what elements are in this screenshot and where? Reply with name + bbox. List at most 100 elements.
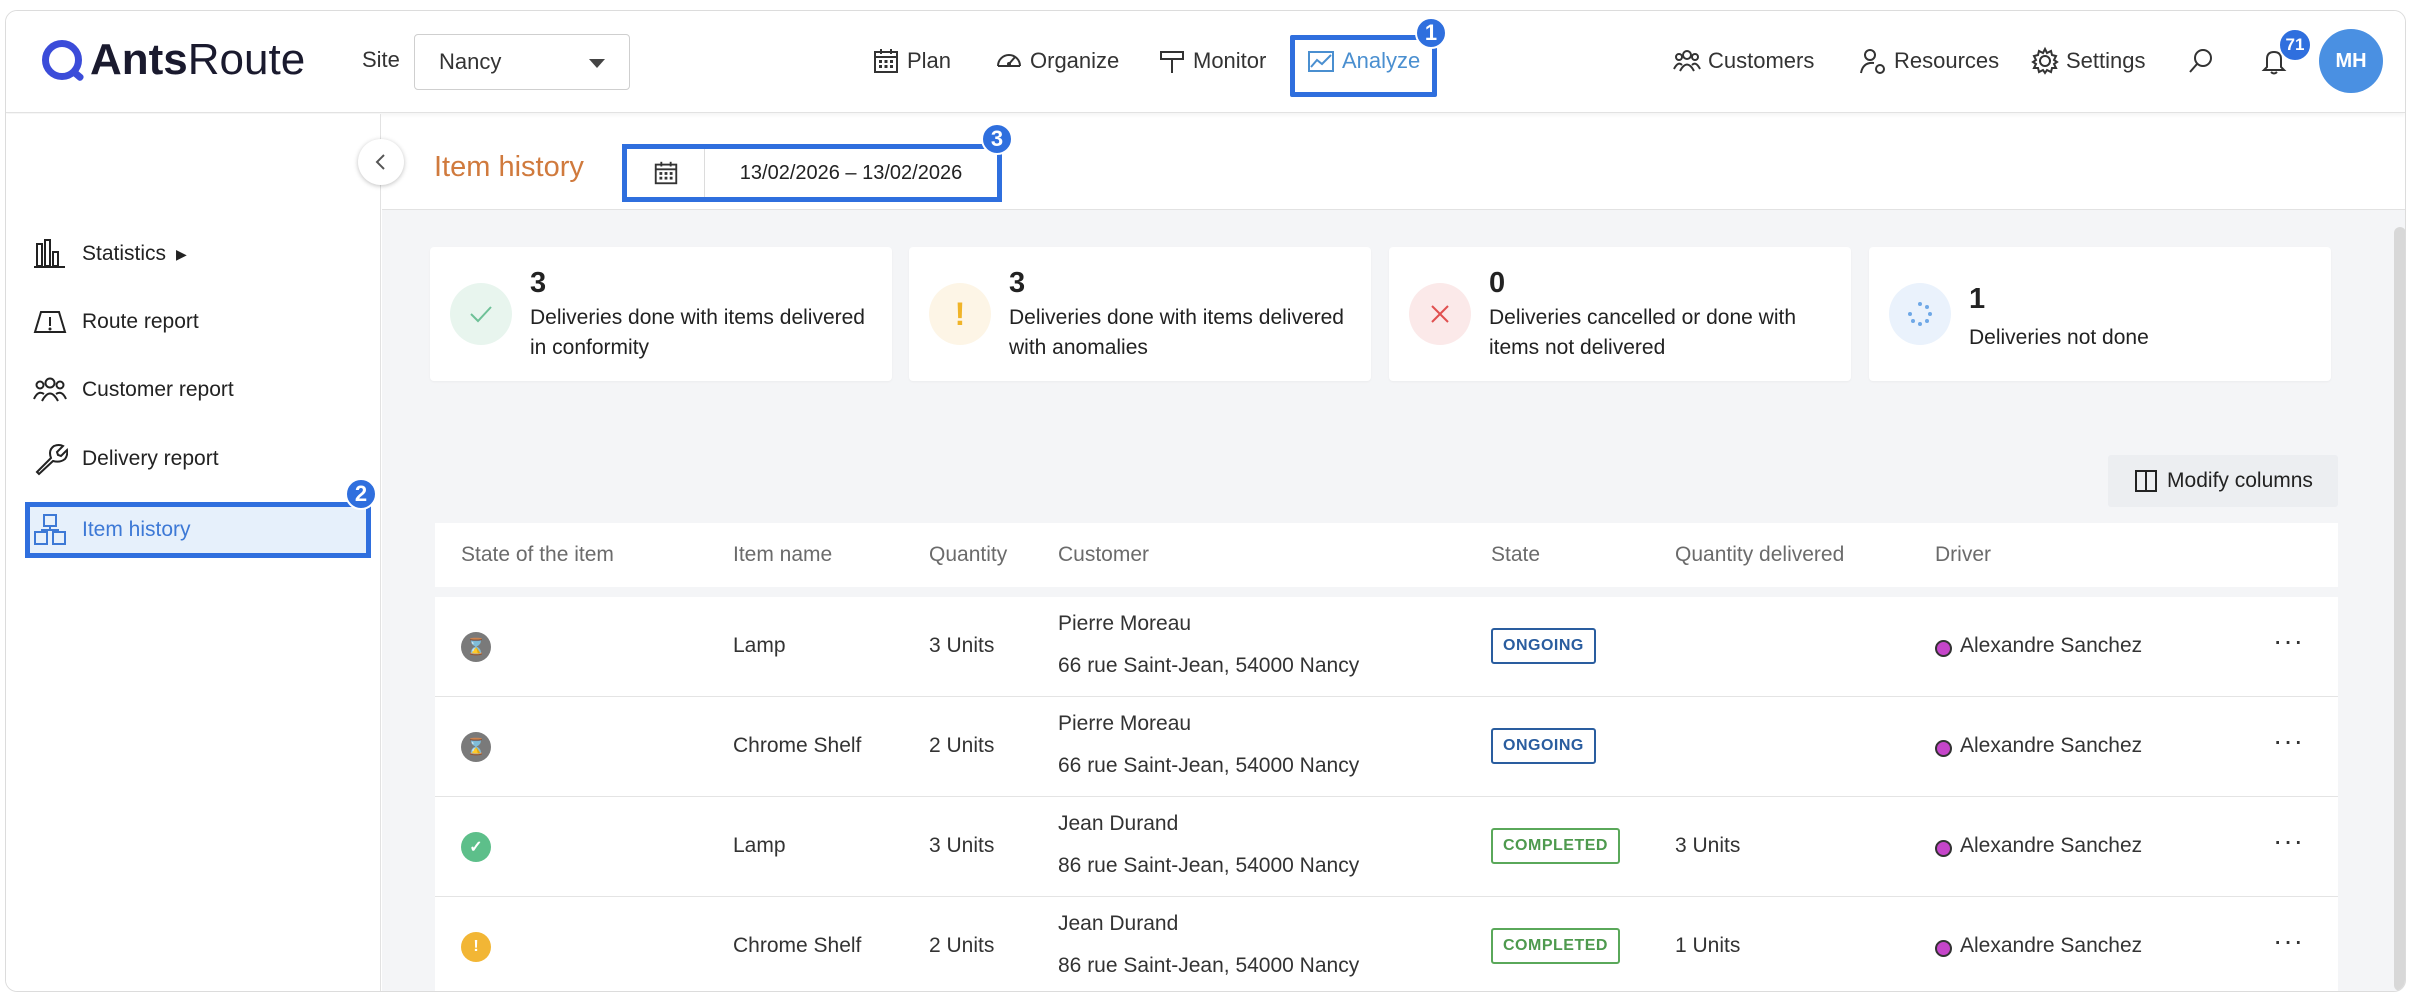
driver-color-dot (1935, 940, 1952, 957)
collapse-sidebar-button[interactable] (358, 139, 404, 185)
stat-card-conformity: 3 Deliveries done with items delivered i… (430, 247, 892, 381)
stat-text: Deliveries done with items delivered wit… (1009, 306, 1344, 359)
nav-organize[interactable]: Organize (994, 39, 1119, 83)
column-header[interactable]: Item name (733, 523, 832, 587)
antsroute-logo[interactable]: Ants Route (42, 35, 305, 85)
item-quantity: 3 Units (929, 634, 995, 657)
check-icon (450, 283, 512, 345)
more-options-icon[interactable]: ··· (2273, 625, 2304, 657)
site-select[interactable]: Nancy (414, 34, 630, 90)
page-title: Item history (434, 151, 584, 183)
customer-address: 86 rue Saint-Jean, 54000 Nancy (1058, 954, 1360, 977)
status-badge: COMPLETED (1491, 828, 1620, 864)
customer-name: Pierre Moreau (1058, 712, 1192, 735)
calendar-icon (874, 49, 898, 73)
status-badge: ONGOING (1491, 728, 1596, 764)
stat-card-anomalies: ! 3 Deliveries done with items delivered… (909, 247, 1371, 381)
map-icon (33, 311, 67, 333)
vertical-scrollbar[interactable] (2394, 227, 2405, 991)
caret-down-icon (589, 59, 605, 68)
analyze-highlight-box (1290, 35, 1437, 97)
gear-icon (2031, 46, 2059, 75)
column-header[interactable]: Quantity (929, 523, 1007, 587)
app-window: Ants Route Site Nancy Plan Organize Monit… (0, 0, 2410, 999)
sidebar-item-route-report-label: Route report (82, 310, 199, 333)
table-row[interactable]: ! Chrome Shelf 2 Units Jean Durand 86 ru… (435, 897, 2338, 991)
check-icon: ✓ (461, 832, 491, 862)
cross-icon (1409, 283, 1471, 345)
sidebar-item-statistics[interactable]: Statistics ▶ (32, 230, 187, 278)
nav-plan[interactable]: Plan (871, 39, 951, 83)
site-label: Site (362, 47, 400, 72)
more-options-icon[interactable]: ··· (2273, 825, 2304, 857)
customer-name: Jean Durand (1058, 912, 1179, 935)
logo-mark-icon (42, 40, 82, 80)
stat-count: 0 (1489, 267, 1506, 299)
exclamation-icon: ! (929, 283, 991, 345)
exclamation-icon: ! (461, 932, 491, 962)
nav-customers-label: Customers (1708, 48, 1815, 73)
search-button[interactable] (2186, 39, 2216, 83)
sidebar-item-delivery-report[interactable]: Delivery report (32, 435, 219, 483)
nav-plan-label: Plan (907, 48, 952, 73)
nav-resources[interactable]: Resources (1858, 39, 1999, 83)
column-header[interactable]: Quantity delivered (1675, 523, 1844, 587)
search-icon (2189, 49, 2212, 73)
user-avatar[interactable]: MH (2319, 29, 2383, 93)
user-gear-icon (1860, 49, 1885, 74)
speedometer-icon (997, 54, 1021, 67)
chevron-left-icon (375, 154, 385, 170)
stat-card-cancelled: 0 Deliveries cancelled or done with item… (1389, 247, 1851, 381)
sidebar-item-route-report[interactable]: Route report (32, 298, 199, 346)
driver-name: Alexandre Sanchez (1960, 734, 2143, 757)
column-header[interactable]: Customer (1058, 523, 1149, 587)
hourglass-icon: ⌛ (461, 632, 491, 662)
more-options-icon[interactable]: ··· (2273, 925, 2304, 957)
notification-count-badge: 71 (2278, 28, 2312, 62)
table-row[interactable]: ⌛ Lamp 3 Units Pierre Moreau 66 rue Sain… (435, 597, 2338, 697)
users-group-icon (1673, 50, 1701, 72)
quantity-delivered: 1 Units (1675, 934, 1741, 957)
customer-address: 86 rue Saint-Jean, 54000 Nancy (1058, 854, 1360, 877)
calendar-icon (654, 161, 677, 185)
stat-count: 3 (1009, 267, 1026, 299)
top-navigation-bar: Ants Route Site Nancy Plan Organize Monit… (6, 11, 2405, 113)
hourglass-icon: ⌛ (461, 732, 491, 762)
customer-name: Jean Durand (1058, 812, 1179, 835)
date-range-picker[interactable]: 13/02/2026 – 13/02/2026 (622, 144, 1002, 202)
modify-columns-button[interactable]: Modify columns (2108, 455, 2338, 507)
nav-organize-label: Organize (1030, 48, 1120, 73)
driver-color-dot (1935, 740, 1952, 757)
nav-customers[interactable]: Customers (1672, 39, 1814, 83)
stat-text: Deliveries cancelled or done with items … (1489, 306, 1796, 359)
driver-name: Alexandre Sanchez (1960, 934, 2143, 957)
more-options-icon[interactable]: ··· (2273, 725, 2304, 757)
table-row[interactable]: ✓ Lamp 3 Units Jean Durand 86 rue Saint-… (435, 797, 2338, 897)
date-range-text: 13/02/2026 – 13/02/2026 (739, 161, 963, 184)
table-header: State of the item Item name Quantity Cus… (435, 523, 2338, 587)
stat-count: 3 (530, 267, 547, 299)
sidebar-item-statistics-label: Statistics (82, 242, 167, 265)
nav-settings-label: Settings (2066, 48, 2146, 73)
column-header[interactable]: Driver (1935, 523, 1991, 587)
stat-count: 1 (1969, 283, 1986, 315)
column-header[interactable]: State of the item (461, 523, 614, 587)
table-row[interactable]: ⌛ Chrome Shelf 2 Units Pierre Moreau 66 … (435, 697, 2338, 797)
spinner-icon (1889, 283, 1951, 345)
sidebar-item-customer-report[interactable]: Customer report (32, 366, 234, 414)
signpost-icon (1160, 51, 1184, 73)
sidebar-item-item-history[interactable]: Item history (32, 506, 191, 554)
date-calendar-button[interactable] (627, 149, 705, 197)
sidebar-item-item-history-label: Item history (82, 518, 191, 541)
column-header[interactable]: State (1491, 523, 1540, 587)
nav-monitor-label: Monitor (1193, 48, 1267, 73)
customer-address: 66 rue Saint-Jean, 54000 Nancy (1058, 654, 1360, 677)
stat-text: Deliveries not done (1969, 326, 2149, 349)
nav-settings[interactable]: Settings (2030, 39, 2146, 83)
sidebar-item-delivery-report-label: Delivery report (82, 447, 219, 470)
bar-chart-icon (34, 239, 65, 268)
wrench-icon (35, 444, 68, 476)
status-badge: COMPLETED (1491, 928, 1620, 964)
nav-monitor[interactable]: Monitor (1157, 39, 1266, 83)
stat-card-not-done: 1 Deliveries not done (1869, 247, 2331, 381)
